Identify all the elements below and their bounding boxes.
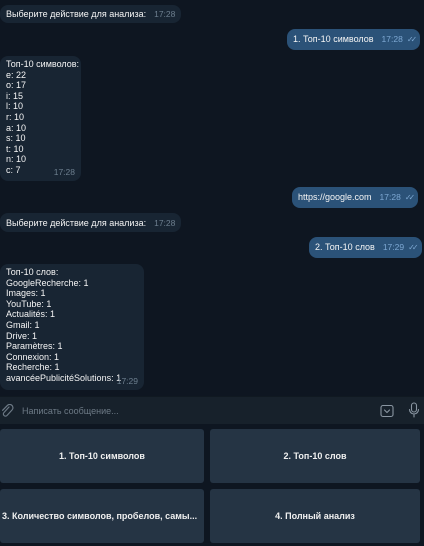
message-text: Выберите действие для анализа: xyxy=(6,218,147,228)
message-composer: Написать сообщение... xyxy=(0,396,424,425)
reply-button-label: 2. Топ-10 слов xyxy=(283,451,347,461)
message-time: 17:29 xyxy=(382,242,405,252)
message-bot-prompt-1: Выберите действие для анализа: 17:28 xyxy=(0,5,182,23)
message-text[interactable]: https://google.com xyxy=(298,192,372,203)
message-time: 17:28 xyxy=(53,167,75,178)
chat-history: Выберите действие для анализа: 17:28 1. Т… xyxy=(0,0,424,396)
read-checkmarks-icon: ✓✓ xyxy=(406,35,418,44)
message-bot-result-1: Топ-10 символов: e: 22 o: 17 i: 15 l: 10… xyxy=(0,56,81,181)
microphone-icon[interactable] xyxy=(408,402,420,418)
message-input[interactable]: Написать сообщение... xyxy=(22,406,119,416)
read-checkmarks-icon: ✓✓ xyxy=(404,193,416,202)
paperclip-icon[interactable] xyxy=(0,404,14,418)
reply-keyboard: 1. Топ-10 символов 2. Топ-10 слов 3. Кол… xyxy=(0,424,424,546)
message-bot-prompt-2: Выберите действие для анализа: 17:28 xyxy=(0,213,182,232)
message-text: 1. Топ-10 символов xyxy=(293,34,374,44)
message-text: 2. Топ-10 слов xyxy=(315,242,375,252)
message-time: 17:29 xyxy=(116,376,138,387)
message-text: Топ-10 слов: GoogleRecherche: 1 Images: … xyxy=(6,267,122,383)
message-time: 17:28 xyxy=(381,34,403,44)
message-text: Топ-10 символов: e: 22 o: 17 i: 15 l: 10… xyxy=(6,59,80,175)
message-text: Выберите действие для анализа: xyxy=(6,9,147,19)
message-time: 17:28 xyxy=(154,218,176,228)
read-checkmarks-icon: ✓✓ xyxy=(408,243,419,252)
reply-button-counts[interactable]: 3. Количество символов, пробелов, самы..… xyxy=(0,489,204,543)
keyboard-toggle-icon[interactable] xyxy=(380,404,394,418)
message-user-2: https://google.com 17:28 ✓✓ xyxy=(292,187,419,208)
reply-button-top-symbols[interactable]: 1. Топ-10 символов xyxy=(0,429,204,483)
message-bot-result-2: Топ-10 слов: GoogleRecherche: 1 Images: … xyxy=(0,264,144,390)
message-user-3: 2. Топ-10 слов 17:29 ✓✓ xyxy=(309,237,422,258)
reply-button-label: 3. Количество символов, пробелов, самы..… xyxy=(2,511,198,521)
reply-button-top-words[interactable]: 2. Топ-10 слов xyxy=(210,429,420,483)
reply-button-label: 4. Полный анализ xyxy=(275,511,355,521)
message-user-1: 1. Топ-10 символов 17:28 ✓✓ xyxy=(287,29,421,50)
reply-button-full-analysis[interactable]: 4. Полный анализ xyxy=(210,489,420,543)
message-time: 17:28 xyxy=(379,192,401,202)
message-time: 17:28 xyxy=(154,9,176,19)
reply-button-label: 1. Топ-10 символов xyxy=(59,451,145,461)
